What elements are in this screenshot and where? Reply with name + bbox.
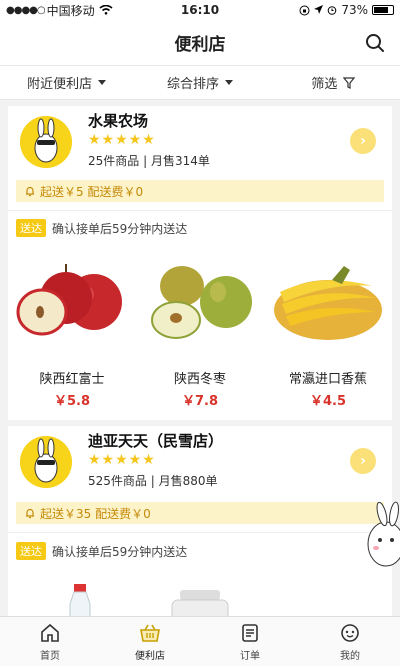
product-price: ￥7.8 (181, 394, 219, 409)
filter-nearby-label: 附近便利店 (27, 77, 93, 92)
tab-store-label: 便利店 (135, 650, 165, 662)
clock: 16:10 (180, 3, 220, 17)
filter-bar: 附近便利店 综合排序 筛选 (0, 66, 400, 100)
shop-logo (20, 436, 72, 488)
shop-logo (20, 116, 72, 168)
eta-text: 确认接单后59分钟内送达 (52, 544, 188, 559)
rabbit-mascot-image (367, 501, 400, 567)
delivery-tag: 送达 (16, 542, 46, 560)
divider (8, 210, 392, 211)
caret-down-icon (225, 80, 233, 85)
page-title: 便利店 (174, 35, 226, 55)
bell-icon (26, 186, 34, 197)
product-price: ￥5.8 (53, 394, 91, 409)
chevron-right-icon[interactable]: › (350, 128, 376, 154)
shop-meta: 525件商品 | 月售880单 (88, 474, 218, 488)
star-rating: ★★★★★ (88, 452, 156, 468)
eta-text: 确认接单后59分钟内送达 (52, 221, 188, 236)
filter-sort[interactable]: 综合排序 (133, 66, 266, 99)
home-icon (41, 623, 59, 642)
delivery-text: 起送￥35 配送费￥0 (40, 506, 151, 521)
filter-screen[interactable]: 筛选 (267, 66, 400, 99)
nav-bar: 便利店 (0, 20, 400, 66)
bell-icon (26, 508, 34, 519)
eta-row: 送达 确认接单后59分钟内送达 (16, 219, 187, 237)
tab-orders-label: 订单 (240, 650, 260, 662)
delivery-banner: 起送￥5 配送费￥0 (16, 180, 384, 202)
shop-header[interactable]: 迪亚天天（民雪店） ★★★★★ 525件商品 | 月售880单 › (8, 426, 392, 500)
delivery-text: 起送￥5 配送费￥0 (40, 184, 144, 199)
tab-profile-label: 我的 (340, 650, 360, 662)
basket-icon (140, 624, 160, 642)
status-bar: ●●●●○ 中国移动 16:10 73% (0, 0, 400, 20)
product-name: 常瀛进口香蕉 (288, 372, 367, 387)
shop-name: 水果农场 (88, 112, 149, 130)
product-item[interactable]: 常瀛进口香蕉 ￥4.5 (264, 246, 392, 416)
search-icon[interactable] (364, 32, 386, 54)
filter-sort-label: 综合排序 (166, 77, 219, 92)
star-rating: ★★★★★ (88, 132, 156, 148)
chevron-right-icon[interactable]: › (350, 448, 376, 474)
jujube-image (151, 266, 252, 339)
product-list: 陕西红富士 ￥5.8 陕西冬枣 ￥7.8 常瀛进口香蕉 ￥4.5 (8, 246, 392, 416)
tab-bar: 首页 便利店 订单 我的 (0, 616, 400, 666)
product-price: ￥4.5 (309, 394, 347, 409)
filter-icon (343, 76, 356, 89)
filter-nearby[interactable]: 附近便利店 (0, 66, 133, 99)
shop-card[interactable]: 水果农场 ★★★★★ 25件商品 | 月售314单 › 起送￥5 配送费￥0 送… (8, 106, 392, 420)
product-name: 陕西冬枣 (173, 372, 226, 387)
filter-screen-label: 筛选 (311, 77, 338, 92)
shop-header[interactable]: 水果农场 ★★★★★ 25件商品 | 月售314单 › (8, 106, 392, 180)
order-icon (242, 623, 258, 642)
tab-orders[interactable]: 订单 (200, 617, 300, 666)
eta-row: 送达 确认接单后59分钟内送达 (16, 542, 187, 560)
tab-home-label: 首页 (40, 650, 60, 662)
tab-store[interactable]: 便利店 (100, 617, 200, 666)
delivery-tag: 送达 (16, 219, 46, 237)
banana-image (274, 266, 382, 340)
product-name: 陕西红富士 (39, 372, 105, 387)
battery-icon (372, 5, 394, 15)
shop-name: 迪亚天天（民雪店） (88, 432, 224, 450)
caret-down-icon (98, 80, 107, 85)
shop-meta: 25件商品 | 月售314单 (88, 154, 210, 168)
shop-card[interactable]: 迪亚天天（民雪店） ★★★★★ 525件商品 | 月售880单 › 起送￥35 … (8, 426, 392, 626)
tab-profile[interactable]: 我的 (300, 617, 400, 666)
profile-icon (341, 623, 359, 642)
apple-image (16, 264, 122, 336)
product-item[interactable]: 陕西红富士 ￥5.8 (8, 246, 136, 416)
divider (8, 532, 392, 533)
delivery-banner: 起送￥35 配送费￥0 (16, 502, 384, 524)
product-item[interactable]: 陕西冬枣 ￥7.8 (136, 246, 264, 416)
tab-home[interactable]: 首页 (0, 617, 100, 666)
